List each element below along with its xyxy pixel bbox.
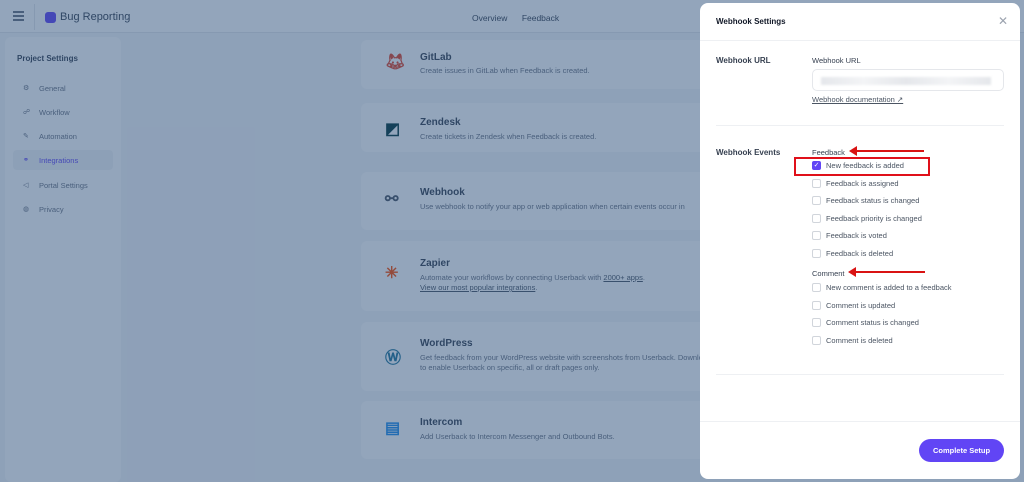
checkbox-unchecked-icon[interactable] <box>812 283 821 292</box>
annotation-arrow-icon <box>848 267 925 277</box>
checkbox-comment-event[interactable]: Comment is deleted <box>812 335 893 346</box>
close-icon[interactable]: ✕ <box>998 14 1008 28</box>
checkbox-feedback-event[interactable]: Feedback is deleted <box>812 248 894 259</box>
checkbox-label: Feedback priority is changed <box>826 213 922 223</box>
events-section-label: Webhook Events <box>716 148 781 157</box>
checkbox-label: Feedback is deleted <box>826 248 894 258</box>
checkbox-comment-event[interactable]: Comment is updated <box>812 300 896 311</box>
webhook-documentation-link[interactable]: Webhook documentation ↗ <box>812 95 903 104</box>
redacted-url <box>821 77 991 85</box>
checkbox-comment-event[interactable]: New comment is added to a feedback <box>812 283 952 293</box>
checkbox-feedback-event[interactable]: Feedback is assigned <box>812 178 899 189</box>
checkbox-unchecked-icon[interactable] <box>812 213 821 223</box>
checkbox-feedback-event[interactable]: Feedback status is changed <box>812 196 919 206</box>
checkbox-unchecked-icon[interactable] <box>812 178 821 188</box>
checkbox-comment-event[interactable]: Comment status is changed <box>812 318 919 328</box>
checkbox-label: Feedback status is changed <box>826 196 920 205</box>
checkbox-feedback-event[interactable]: Feedback priority is changed <box>812 213 922 224</box>
checkbox-label: New comment is added to a feedback <box>826 283 952 292</box>
checkbox-label: Comment status is changed <box>826 318 919 327</box>
modal-title: Webhook Settings <box>716 17 786 26</box>
annotation-arrow-icon <box>849 146 924 156</box>
checkbox-label: Feedback is voted <box>826 231 887 240</box>
comment-group-label: Comment <box>812 269 845 278</box>
webhook-url-input[interactable] <box>812 69 1004 91</box>
divider <box>716 374 1004 375</box>
checkbox-unchecked-icon[interactable] <box>812 300 821 310</box>
checkbox-label: Comment is updated <box>826 300 896 310</box>
url-field-label: Webhook URL <box>812 56 861 65</box>
complete-setup-button[interactable]: Complete Setup <box>919 439 1004 462</box>
checkbox-label: Comment is deleted <box>826 335 893 345</box>
checkbox-unchecked-icon[interactable] <box>812 231 821 240</box>
url-section-label: Webhook URL <box>716 56 771 65</box>
checkbox-unchecked-icon[interactable] <box>812 196 821 205</box>
webhook-settings-modal: Webhook Settings ✕ Webhook URL Webhook U… <box>700 3 1020 479</box>
annotation-highlight-box <box>794 157 930 176</box>
feedback-group-label: Feedback <box>812 148 845 157</box>
divider <box>700 40 1020 41</box>
checkbox-unchecked-icon[interactable] <box>812 335 821 345</box>
divider <box>700 421 1020 422</box>
divider <box>716 125 1004 126</box>
checkbox-feedback-event[interactable]: Feedback is voted <box>812 231 887 241</box>
checkbox-unchecked-icon[interactable] <box>812 318 821 327</box>
checkbox-label: Feedback is assigned <box>826 178 899 188</box>
checkbox-unchecked-icon[interactable] <box>812 248 821 258</box>
